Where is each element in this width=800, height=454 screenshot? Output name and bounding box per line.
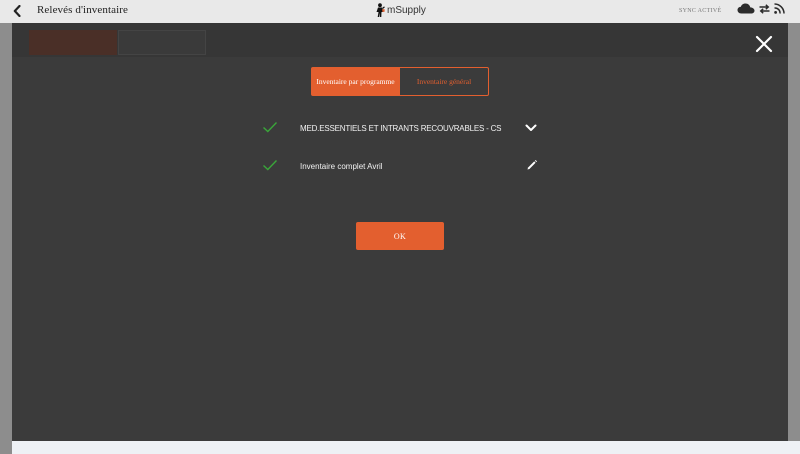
program-row: MED.ESSENTIELS ET INTRANTS RECOUVRABLES … xyxy=(262,118,542,138)
segment-program-inventory[interactable]: Inventaire par programme xyxy=(311,67,400,96)
obscured-header-strip xyxy=(12,23,788,57)
pencil-icon[interactable] xyxy=(526,159,538,171)
inventory-type-modal: Inventaire par programme Inventaire géné… xyxy=(12,23,788,441)
chevron-left-icon xyxy=(13,5,21,17)
obscured-tab xyxy=(29,30,117,55)
sync-icons xyxy=(737,3,785,14)
top-bar: Relevés d'inventaire mSupply SYNC ACTIVÉ xyxy=(0,0,800,23)
page-bottom-strip xyxy=(12,441,800,454)
cloud-icon[interactable] xyxy=(737,3,755,14)
back-button[interactable] xyxy=(10,3,24,19)
rss-icon[interactable] xyxy=(774,3,785,14)
obscured-tab xyxy=(118,30,206,55)
page-title: Relevés d'inventaire xyxy=(37,4,129,16)
close-icon xyxy=(755,35,773,53)
ok-button[interactable]: OK xyxy=(356,222,444,250)
chevron-down-icon[interactable] xyxy=(525,123,537,133)
close-button[interactable] xyxy=(755,35,773,53)
inventory-type-toggle: Inventaire par programme Inventaire géné… xyxy=(311,67,489,96)
sync-arrows-icon[interactable] xyxy=(759,3,770,14)
brand-name: mSupply xyxy=(387,5,426,16)
stocktake-name-row: Inventaire complet Avril xyxy=(262,156,542,176)
sync-status-label: SYNC ACTIVÉ xyxy=(679,8,722,14)
checkmark-icon xyxy=(263,160,278,171)
brand-logo: mSupply xyxy=(375,3,426,18)
segment-general-inventory[interactable]: Inventaire général xyxy=(400,67,489,96)
program-name: MED.ESSENTIELS ET INTRANTS RECOUVRABLES … xyxy=(300,123,502,133)
stocktake-name: Inventaire complet Avril xyxy=(300,161,383,171)
msupply-figure-icon xyxy=(376,3,385,17)
checkmark-icon xyxy=(263,122,278,133)
